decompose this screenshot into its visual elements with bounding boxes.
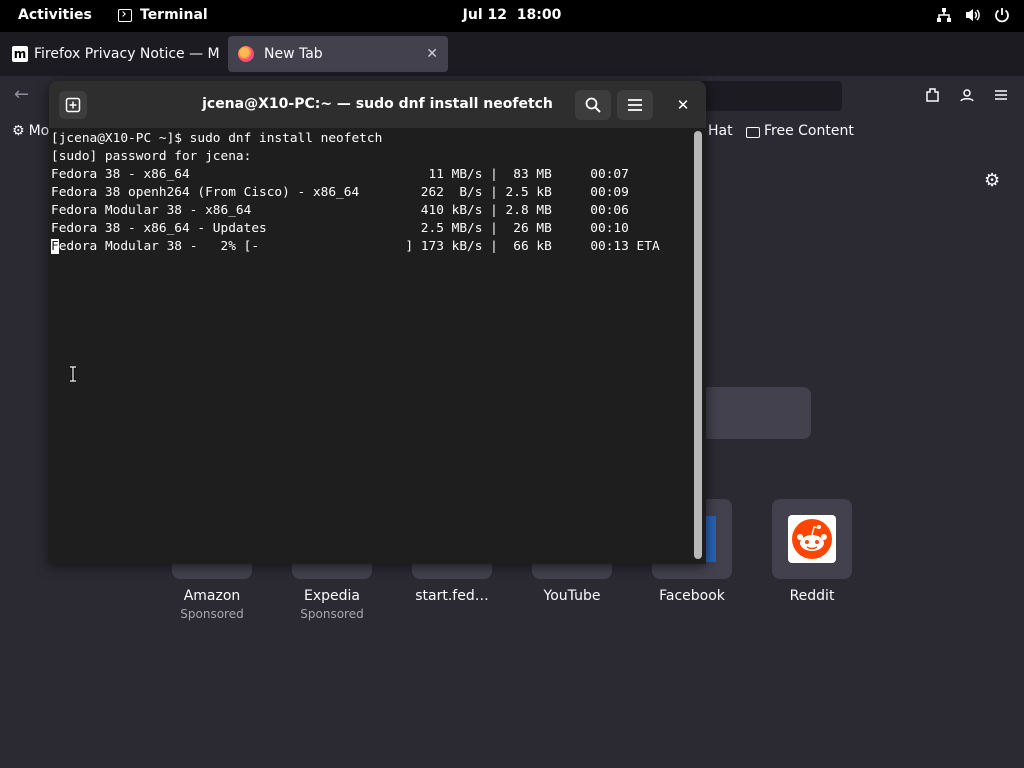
extensions-icon[interactable]: [924, 86, 942, 104]
hamburger-menu-icon[interactable]: [992, 86, 1010, 104]
power-icon: [995, 8, 1009, 23]
activities-button[interactable]: Activities: [18, 7, 92, 23]
terminal-header-bar[interactable]: jcena@X10-PC:~ — sudo dnf install neofet…: [49, 81, 706, 128]
terminal-progress-line: Fedora Modular 38 - 2% [- ] 173 kB/s | 6…: [51, 238, 691, 256]
network-icon: [937, 8, 951, 22]
terminal-progress-text: edora Modular 38 - 2% [- ] 173 kB/s | 66…: [58, 239, 660, 254]
terminal-line: Fedora 38 - x86_64 - Updates 2.5 MB/s | …: [51, 221, 629, 236]
sponsored-label: Sponsored: [300, 607, 364, 621]
tab-new-tab[interactable]: New Tab ✕: [228, 36, 448, 72]
folder-icon: [746, 126, 760, 138]
terminal-line: Fedora 38 - x86_64 11 MB/s | 83 MB 00:07: [51, 167, 629, 182]
toolbar-icons: [924, 86, 1010, 104]
gear-icon[interactable]: ⚙: [984, 170, 1000, 191]
app-menu-label: Terminal: [140, 7, 208, 23]
top-site-tile: [772, 499, 852, 579]
new-terminal-tab-button[interactable]: [59, 91, 87, 119]
scrollbar-thumb[interactable]: [694, 131, 702, 559]
hamburger-menu-icon: [628, 99, 642, 111]
tab-label: Firefox Privacy Notice — M: [34, 46, 220, 62]
terminal-line: [sudo] password for jcena:: [51, 149, 252, 164]
firefox-icon: [238, 46, 254, 62]
app-menu-button[interactable]: Terminal: [118, 7, 208, 23]
terminal-window[interactable]: jcena@X10-PC:~ — sudo dnf install neofet…: [49, 81, 706, 564]
terminal-line: Fedora Modular 38 - x86_64 410 kB/s | 2.…: [51, 203, 629, 218]
new-tab-icon: [65, 97, 81, 113]
terminal-icon: [118, 8, 132, 22]
ibeam-cursor-icon: [70, 366, 76, 382]
search-icon: [585, 97, 601, 113]
terminal-output[interactable]: [jcena@X10-PC ~]$ sudo dnf install neofe…: [51, 128, 691, 564]
top-site-name: start.fed…: [415, 588, 489, 604]
tab-label: New Tab: [264, 46, 323, 62]
top-site-name: Facebook: [659, 588, 725, 604]
top-site-name: Expedia: [304, 588, 360, 604]
account-icon[interactable]: [958, 86, 976, 104]
top-site-name: Reddit: [789, 588, 835, 604]
back-arrow-icon[interactable]: ←: [14, 84, 29, 105]
volume-icon: [966, 9, 980, 21]
bookmark-item-red-hat[interactable]: Hat: [708, 123, 733, 139]
tab-privacy-notice[interactable]: m Firefox Privacy Notice — M: [2, 36, 224, 72]
terminal-cursor: F: [51, 239, 59, 254]
clock-time: 18:00: [516, 7, 562, 23]
bookmark-label: Mo: [28, 123, 50, 139]
new-tab-search-box[interactable]: [700, 387, 811, 439]
terminal-menu-button[interactable]: [617, 90, 653, 120]
top-site-name: Amazon: [183, 588, 241, 604]
top-site-reddit[interactable]: Reddit: [772, 499, 852, 604]
top-site-name: YouTube: [543, 588, 601, 604]
tab-close-icon[interactable]: ✕: [426, 46, 438, 62]
terminal-line: [jcena@X10-PC ~]$ sudo dnf install neofe…: [51, 131, 383, 146]
terminal-scrollbar[interactable]: [693, 129, 703, 561]
gear-icon: ⚙: [12, 123, 25, 139]
reddit-logo-icon: [788, 515, 836, 563]
bookmark-label: Free Content: [764, 123, 854, 139]
system-tray[interactable]: [936, 7, 1010, 23]
terminal-search-button[interactable]: [575, 90, 611, 120]
terminal-line: Fedora 38 openh264 (From Cisco) - x86_64…: [51, 185, 629, 200]
gnome-top-bar: Activities Terminal Jul 12 18:00: [0, 0, 1024, 32]
terminal-close-button[interactable]: ✕: [671, 93, 695, 117]
clock-button[interactable]: Jul 12 18:00: [463, 7, 562, 23]
bookmark-folder-free-content[interactable]: Free Content: [746, 123, 854, 139]
mozilla-favicon-icon: m: [12, 46, 28, 62]
bookmark-item-first[interactable]: ⚙ Mo: [12, 123, 49, 139]
sponsored-label: Sponsored: [180, 607, 244, 621]
clock-date: Jul 12: [462, 7, 507, 23]
firefox-tab-strip: m Firefox Privacy Notice — M New Tab ✕ +…: [0, 32, 1024, 100]
